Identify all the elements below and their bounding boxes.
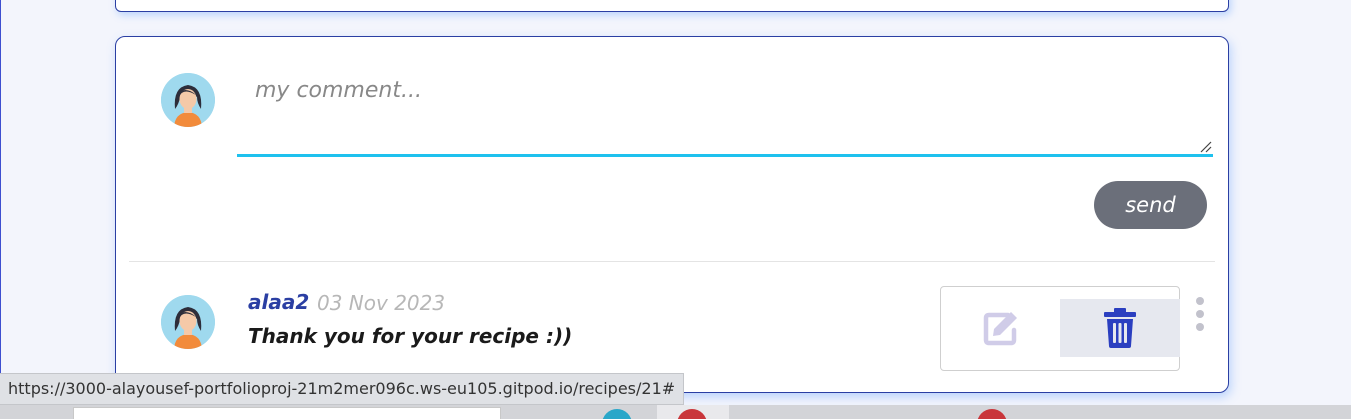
taskbar-app-icon[interactable] bbox=[977, 409, 1007, 419]
resize-handle-icon[interactable] bbox=[1200, 141, 1212, 153]
taskbar-search[interactable] bbox=[73, 407, 501, 419]
comment-input[interactable] bbox=[237, 61, 1213, 157]
send-button[interactable]: send bbox=[1094, 181, 1207, 229]
comment-actions-menu bbox=[940, 286, 1180, 371]
taskbar-app-icon[interactable] bbox=[602, 409, 632, 419]
avatar bbox=[161, 73, 215, 127]
taskbar bbox=[0, 405, 1351, 419]
comment-avatar bbox=[161, 295, 215, 349]
delete-button[interactable] bbox=[1060, 299, 1180, 357]
previous-card bbox=[115, 0, 1229, 12]
edit-button[interactable] bbox=[942, 299, 1060, 357]
comments-card: send alaa2 03 Nov 2023 Thank you for you… bbox=[115, 36, 1229, 393]
kebab-menu-icon[interactable] bbox=[1192, 295, 1208, 335]
page-left-border bbox=[0, 0, 1, 405]
divider bbox=[129, 261, 1215, 262]
woman-avatar-icon bbox=[161, 295, 215, 349]
comment-author[interactable]: alaa2 bbox=[248, 290, 309, 314]
comment-text: Thank you for your recipe :)) bbox=[248, 324, 573, 348]
woman-avatar-icon bbox=[161, 73, 215, 127]
comment-date: 03 Nov 2023 bbox=[317, 291, 446, 315]
edit-icon bbox=[983, 312, 1017, 346]
status-bar-url: https://3000-alayousef-portfolioproj-21m… bbox=[0, 373, 685, 405]
trash-icon bbox=[1104, 308, 1136, 348]
